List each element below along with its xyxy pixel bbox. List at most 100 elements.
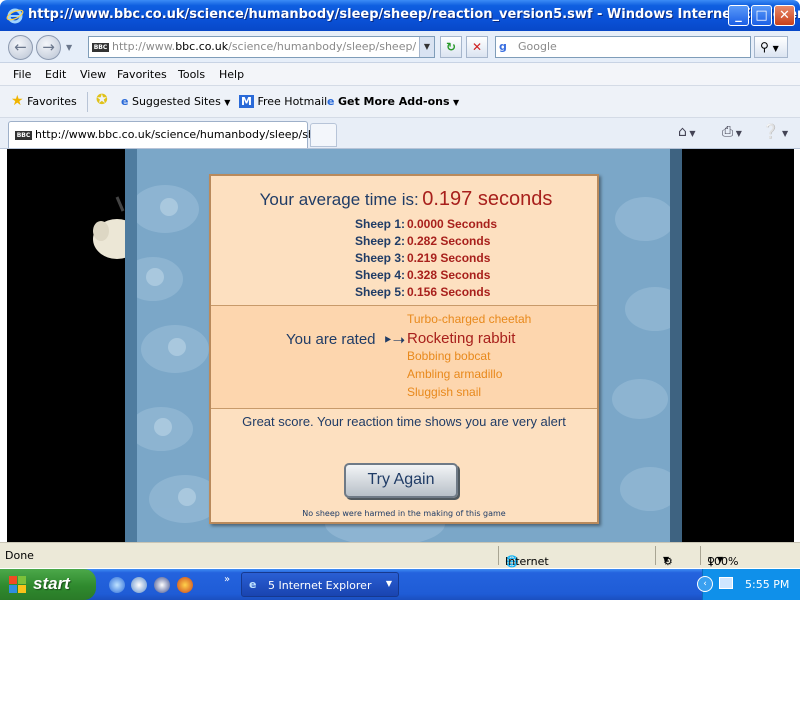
quicklaunch-firefox-icon[interactable] (177, 577, 193, 593)
quicklaunch-outlook-icon[interactable] (131, 577, 147, 593)
taskbar-ie-label: 5 Internet Explorer (268, 579, 372, 592)
window-title: http://www.bbc.co.uk/science/humanbody/s… (28, 7, 800, 22)
url-domain: bbc.co.uk (175, 40, 229, 53)
rank-option: Bobbing bobcat (407, 349, 491, 363)
rated-label: You are rated (286, 331, 376, 348)
menu-edit[interactable]: Edit (45, 68, 66, 81)
rating-section (211, 306, 597, 408)
addons-chevron-icon: ▼ (453, 98, 460, 107)
taskbar-ie-group-button[interactable]: e 5 Internet Explorer ▼ (241, 572, 399, 597)
security-chevron-icon: ▼ (663, 555, 670, 564)
minimize-button[interactable]: _ (728, 5, 749, 26)
recent-pages-chevron-icon[interactable]: ▼ (66, 43, 72, 52)
menu-help[interactable]: Help (219, 68, 244, 81)
home-icon: ⌂ (678, 124, 687, 140)
refresh-icon: ↻ (445, 40, 457, 54)
maximize-button[interactable]: □ (751, 5, 772, 26)
system-tray: ‹ 5:55 PM (697, 569, 800, 600)
rank-option: Ambling armadillo (407, 367, 503, 381)
favorites-button[interactable]: ★ Favorites (11, 93, 77, 109)
address-url[interactable]: http://www.bbc.co.uk/science/humanbody/s… (112, 40, 416, 53)
stop-button[interactable]: ✕ (466, 36, 488, 58)
menu-view[interactable]: View (80, 68, 106, 81)
rating-arrow-icon: ‣➝ (383, 331, 406, 349)
forward-button[interactable]: → (36, 35, 61, 60)
network-icon[interactable] (719, 577, 733, 589)
average-value: 0.197 seconds (422, 188, 553, 210)
menu-favorites[interactable]: Favorites (117, 68, 167, 81)
try-again-button[interactable]: Try Again (344, 463, 458, 498)
search-box[interactable]: g Google (495, 36, 751, 58)
addons-icon: e (327, 95, 335, 108)
panel-divider (211, 408, 597, 409)
suggested-chevron-icon: ▼ (224, 98, 231, 107)
search-button[interactable]: ⚲ ▼ (754, 36, 788, 58)
bbc-favicon-icon: BBC (92, 43, 109, 52)
suggested-sites-link[interactable]: e Suggested Sites ▼ (121, 95, 230, 108)
quicklaunch-ie-icon[interactable] (109, 577, 125, 593)
window-title-bar[interactable]: http://www.bbc.co.uk/science/humanbody/s… (0, 0, 800, 31)
printer-icon: ⎙ (722, 124, 734, 140)
help-icon: ❔ (762, 124, 780, 140)
ie-page-icon: e (121, 95, 129, 108)
windows-flag-icon (9, 576, 26, 593)
help-chevron-icon: ▼ (779, 129, 789, 138)
add-favorite-button[interactable]: ✪ (96, 92, 108, 108)
sheep-time: 0.0000 Seconds (407, 217, 498, 231)
flash-viewport: Your average time is: 0.197 seconds Shee… (7, 149, 794, 542)
tab-label: http://www.bbc.co.uk/science/humanbody/s… (35, 128, 333, 141)
clock: 5:55 PM (745, 578, 790, 591)
current-rank: Rocketing rabbit (407, 330, 516, 347)
home-button[interactable]: ⌂ ▼ (678, 124, 696, 140)
rank-option: Sluggish snail (407, 385, 482, 399)
favorites-separator (87, 92, 88, 112)
disclaimer: No sheep were harmed in the making of th… (302, 509, 506, 518)
menu-file[interactable]: File (13, 68, 31, 81)
search-placeholder: Google (518, 40, 557, 53)
sheep-label: Sheep 2: (354, 234, 405, 248)
favorites-label: Favorites (27, 95, 77, 108)
taskbar: start » e 5 Internet Explorer ▼ ‹ 5:55 P… (0, 569, 800, 600)
address-dropdown-button[interactable]: ▼ (419, 37, 434, 57)
new-tab-button[interactable] (310, 123, 337, 147)
menu-bar: File Edit View Favorites Tools Help (0, 63, 800, 86)
print-chevron-icon: ▼ (733, 129, 742, 138)
back-button[interactable]: ← (8, 35, 33, 60)
sheep-time: 0.156 Seconds (407, 285, 491, 299)
start-button[interactable]: start (0, 569, 96, 600)
zone-label: Internet (505, 555, 549, 568)
url-path: /science/humanbody/sleep/sheep/reactio (228, 40, 416, 53)
tab-bbc-reaction[interactable]: BBC http://www.bbc.co.uk/science/humanbo… (8, 121, 332, 148)
quicklaunch-overflow-icon[interactable]: » (224, 574, 230, 585)
close-button[interactable]: ✕ (774, 5, 795, 26)
sheep-time: 0.219 Seconds (407, 251, 491, 265)
menu-tools[interactable]: Tools (178, 68, 205, 81)
start-label: start (33, 574, 70, 593)
rank-option: Turbo-charged cheetah (407, 312, 532, 326)
taskbar-ie-icon: e (249, 578, 257, 591)
tray-expand-icon[interactable]: ‹ (697, 576, 713, 592)
sheep-label: Sheep 3: (354, 251, 405, 265)
sheep-label: Sheep 5: (354, 285, 405, 299)
sheep-label: Sheep 4: (354, 268, 405, 282)
favorites-bar: ★ Favorites ✪ e Suggested Sites ▼ M Free… (0, 86, 800, 118)
status-separator (700, 546, 701, 565)
status-bar: Done 🌐 Internet ⚙ ▼ ⚲ 100% ▼ (0, 542, 800, 568)
refresh-button[interactable]: ↻ (440, 36, 462, 58)
status-text: Done (5, 549, 34, 562)
quicklaunch-media-player-icon[interactable] (154, 577, 170, 593)
tab-bar: BBC http://www.bbc.co.uk/science/humanbo… (0, 118, 800, 149)
get-addons-link[interactable]: e Get More Add-ons ▼ (327, 95, 459, 108)
help-button[interactable]: ❔ ▼ (762, 124, 788, 140)
google-logo-icon: g (499, 40, 507, 53)
average-label: Your average time is: (259, 190, 419, 209)
address-bar[interactable]: BBC http://www.bbc.co.uk/science/humanbo… (88, 36, 435, 58)
navigation-bar: ← → ▼ BBC http://www.bbc.co.uk/science/h… (0, 31, 800, 63)
search-options-chevron-icon[interactable]: ▼ (773, 44, 779, 53)
magnifier-icon: ⚲ (760, 40, 769, 54)
sheep-time: 0.282 Seconds (407, 234, 491, 248)
free-hotmail-link[interactable]: M Free Hotmail (239, 95, 327, 108)
home-chevron-icon: ▼ (686, 129, 696, 138)
hotmail-icon: M (239, 95, 254, 108)
print-button[interactable]: ⎙ ▼ (722, 124, 742, 140)
